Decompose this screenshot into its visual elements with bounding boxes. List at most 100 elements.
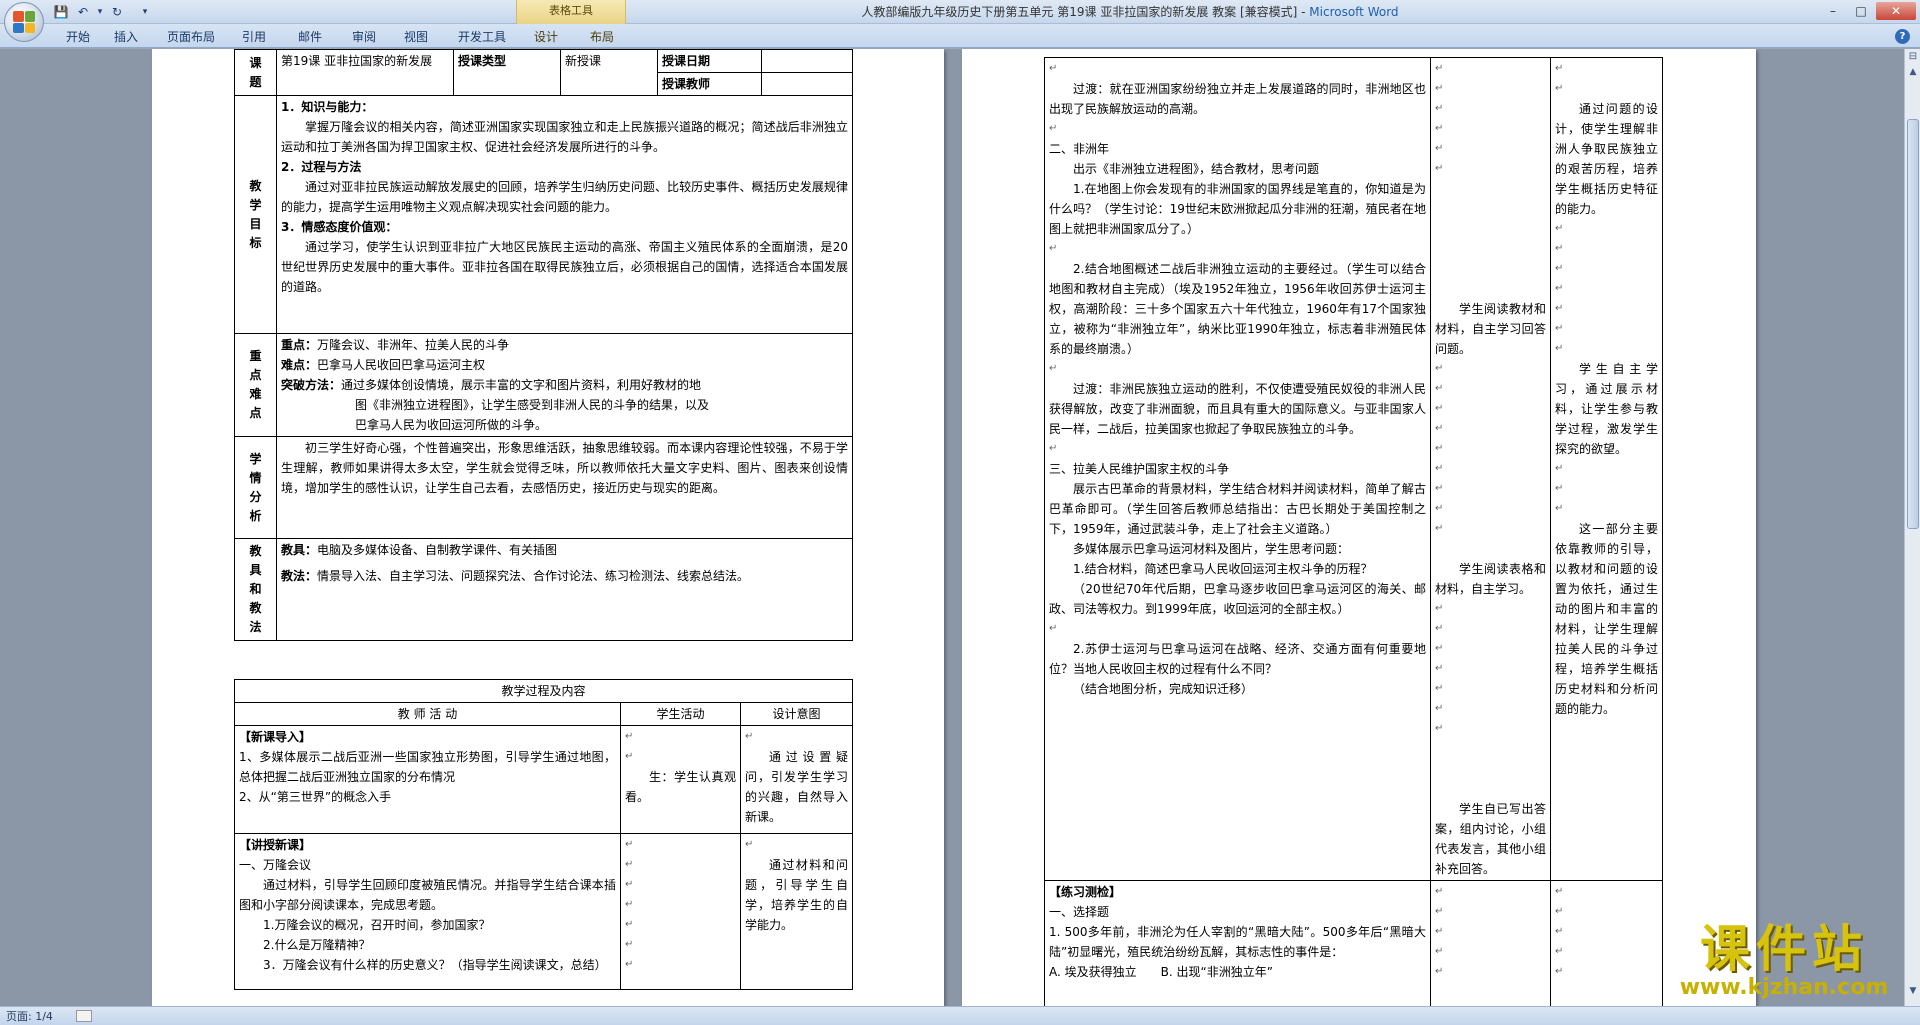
view-ruler-icon[interactable]: ⊟ [1906,51,1920,65]
help-icon[interactable]: ? [1895,29,1910,44]
save-icon[interactable]: 💾 [52,3,70,21]
teaching-goals-cell[interactable]: 1．知识与能力： 掌握万隆会议的相关内容，简述亚洲国家实现国家独立和走上民族振兴… [276,95,853,334]
document-page-2[interactable]: ↵ 过渡：就在亚洲国家纷纷独立并走上发展道路的同时，非洲地区也出现了民族解放运动… [962,49,1756,1006]
office-button[interactable] [4,2,44,42]
lesson-teacher-label: 授课教师 [657,72,762,96]
tools-text: 电脑及多媒体设备、自制教学课件、有关插图 [317,543,558,557]
teaching-process-table[interactable]: 教学过程及内容 教 师 活 动 学生活动 设计意图 【新课导入】 1、多媒体展示… [233,679,854,990]
scrollbar-thumb[interactable] [1907,119,1919,529]
new-lesson-question-2: 2.什么是万隆精神？ [263,938,371,952]
continued-design-cell[interactable]: ↵ ↵ 通过问题的设计，使学生理解非洲人争取民族独立的艰苦历程，培养学生概括历史特… [1550,57,1663,881]
watermark-logo: 课件站 [1700,920,1868,978]
maximize-button[interactable]: □ [1848,2,1874,20]
tab-review[interactable]: 审阅 [348,27,380,47]
tab-developer[interactable]: 开发工具 [452,27,512,47]
new-lesson-design-cell[interactable]: ↵ 通过材料和问题，引导学生自学，培养学生的自学能力。 [739,833,854,990]
tools-methods-label: 教具和教法 [234,538,277,641]
goal-1-title: 1．知识与能力： [281,100,374,114]
tab-home[interactable]: 开始 [58,27,98,47]
canal-question: 2.苏伊士运河与巴拿马运河在战略、经济、交通方面有何重要地位？当地人民收回主权的… [1049,642,1426,676]
new-lesson-question-3: 3．万隆会议有什么样的历史意义？（指导学生阅读课文，总结） [263,958,607,972]
lesson-plan-table[interactable]: 课题 第19课 亚非拉国家的新发展 授课类型 新授课 授课日期 授课教师 教学目… [234,49,853,641]
redo-icon[interactable]: ↻ [108,3,126,21]
exercise-design-cell[interactable]: ↵ ↵ ↵ ↵ ↵ [1550,880,1663,1006]
goal-2-title: 2．过程与方法 [281,160,362,174]
tab-view[interactable]: 视图 [400,27,432,47]
intro-step-2: 2、从“第三世界”的概念入手 [239,790,392,804]
section-africa-year: 二、非洲年 [1049,142,1110,156]
proofing-status-icon[interactable] [76,1010,92,1022]
intro-step-1: 1、多媒体展示二战后亚洲一些国家独立形势图，引导学生通过地图，总体把握二战后亚洲… [239,750,616,784]
new-lesson-question-1: 1.万隆会议的概况，召开时间，参加国家？ [263,918,491,932]
minimize-button[interactable]: – [1820,2,1846,20]
office-logo-icon [13,11,35,33]
africa-question-1: 1.在地图上你会发现有的非洲国家的国界线是笔直的，你知道是为什么吗？（学生讨论：… [1049,182,1426,236]
transition-2: 过渡：非洲民族独立运动的胜利，不仅使遭受殖民奴役的非洲人民获得解放，改变了非洲面… [1049,382,1426,436]
goal-1-text: 掌握万隆会议的相关内容，简述亚洲国家实现国家独立和走上民族振兴道路的概况；简述战… [281,120,848,154]
exercise-student-cell[interactable]: ↵ ↵ ↵ ↵ ↵ [1430,880,1551,1006]
continued-student-cell[interactable]: ↵ ↵ ↵ ↵ ↵ ↵ 学生阅读教材和材料，自主学习回答问题。 ↵ ↵ ↵ ↵ ↵ ↵ ↵ ↵ ↵ 学生阅… [1430,57,1551,881]
document-page-1[interactable]: 课题 第19课 亚非拉国家的新发展 授课类型 新授课 授课日期 授课教师 教学目… [152,49,944,1006]
tab-page-layout[interactable]: 页面布局 [162,27,220,47]
lesson-type-label: 授课类型 [453,49,561,96]
document-title: 人教部编版九年级历史下册第五单元 第19课 亚非拉国家的新发展 教案 [兼容模式… [861,5,1310,19]
section-latin-america: 三、拉美人民维护国家主权的斗争 [1049,462,1230,476]
undo-icon[interactable]: ↶ [74,3,92,21]
tab-references[interactable]: 引用 [238,27,270,47]
quick-access-toolbar: 💾 ↶ ▾ ↻ ▾ [50,3,150,21]
student-analysis-text[interactable]: 初三学生好奇心强，个性普遍突出，形象思维活跃，抽象思维较弱。而本课内容理论性较强… [276,436,853,539]
vertical-scrollbar[interactable]: ⊟ ▲ ▼ [1904,49,1920,1006]
new-lesson-design-text: 通过材料和问题，引导学生自学，培养学生的自学能力。 [745,858,849,932]
tools-methods-cell[interactable]: 教具：电脑及多媒体设备、自制教学课件、有关插图 教法：情景导入法、自主学习法、问… [276,538,853,641]
intro-teacher-cell[interactable]: 【新课导入】 1、多媒体展示二战后亚洲一些国家独立形势图，引导学生通过地图，总体… [234,725,621,834]
goal-3-text: 通过学习，使学生认识到亚非拉广大地区民族民主运动的高涨、帝国主义殖民体系的全面崩… [281,240,848,294]
new-lesson-title: 【讲授新课】 [239,838,312,852]
process-header: 教学过程及内容 [233,679,854,703]
window-controls: – □ ✕ [1820,2,1916,20]
tab-insert[interactable]: 插入 [110,27,142,47]
document-area[interactable]: 课题 第19课 亚非拉国家的新发展 授课类型 新授课 授课日期 授课教师 教学目… [0,49,1904,1006]
lesson-date-value[interactable] [761,49,853,73]
breakthrough-text-3: 巴拿马人民为收回运河所做的斗争。 [355,418,548,432]
exercise-question-1: 1. 500多年前，非洲沦为任人宰割的“黑暗大陆”。500多年后“黑暗大陆”初显… [1049,925,1426,959]
goal-3-title: 3．情感态度价值观： [281,220,398,234]
intro-design-cell[interactable]: ↵ 通过设置疑问，引发学生学习的兴趣，自然导入新课。 [739,725,854,834]
app-name: Microsoft Word [1309,5,1399,19]
exercise-options: A. 埃及获得独立 B. 出现“非洲独立年” [1049,965,1273,979]
title-bar: 💾 ↶ ▾ ↻ ▾ 表格工具 人教部编版九年级历史下册第五单元 第19课 亚非拉… [0,0,1920,24]
intro-design-text: 通过设置疑问，引发学生学习的兴趣，自然导入新课。 [745,750,849,824]
method-text: 情景导入法、自主学习法、问题探究法、合作讨论法、练习检测法、线索总结法。 [317,569,750,583]
exercise-cell[interactable]: 【练习测检】 一、选择题 1. 500多年前，非洲沦为任人宰割的“黑暗大陆”。5… [1044,880,1431,1006]
cuba-material: 展示古巴革命的背景材料，学生结合材料并阅读材料，简单了解古巴革命即可。（学生回答… [1049,482,1426,536]
new-lesson-student-cell[interactable]: ↵ ↵ ↵ ↵ ↵ ↵ ↵ [620,833,741,990]
lesson-type-value[interactable]: 新授课 [560,49,658,96]
breakthrough-text-2: 图《非洲独立进程图》，让学生感受到非洲人民的斗争的结果，以及 [355,398,710,412]
tab-mailings[interactable]: 邮件 [294,27,326,47]
key-points-cell[interactable]: 重点：万隆会议、非洲年、拉美人民的斗争 难点：巴拿马人民收回巴拿马运河主权 突破… [276,333,853,437]
new-lesson-teacher-cell[interactable]: 【讲授新课】 一、万隆会议 通过材料，引导学生回顾印度被殖民情况。并指导学生结合… [234,833,621,990]
page-count-status[interactable]: 页面: 1/4 [6,1008,53,1024]
col-student-activity: 学生活动 [620,702,741,726]
table-tools-context-label: 表格工具 [516,0,626,24]
customize-toolbar-icon[interactable]: ▾ [140,3,150,21]
teaching-process-table-continued[interactable]: ↵ 过渡：就在亚洲国家纷纷独立并走上发展道路的同时，非洲地区也出现了民族解放运动… [1044,57,1663,1006]
key-points-label: 重点难点 [234,333,277,437]
exercise-title: 【练习测检】 [1049,885,1122,899]
scroll-up-arrow-icon[interactable]: ▲ [1906,67,1920,81]
lesson-teacher-value[interactable] [761,72,853,96]
close-button[interactable]: ✕ [1876,2,1916,20]
intro-title: 【新课导入】 [239,730,312,744]
undo-dropdown-icon[interactable]: ▾ [96,3,104,21]
tab-layout[interactable]: 布局 [586,27,618,47]
intro-student-cell[interactable]: ↵ ↵ 生：学生认真观看。 [620,725,741,834]
africa-map-prompt: 出示《非洲独立进程图》，结合教材，思考问题 [1073,162,1320,176]
key-point-text: 万隆会议、非洲年、拉美人民的斗争 [317,338,510,352]
lesson-title[interactable]: 第19课 亚非拉国家的新发展 [276,49,454,96]
tab-design[interactable]: 设计 [530,27,562,47]
panama-prompt: 多媒体展示巴拿马运河材料及图片，学生思考问题： [1073,542,1350,556]
continued-teacher-cell[interactable]: ↵ 过渡：就在亚洲国家纷纷独立并走上发展道路的同时，非洲地区也出现了民族解放运动… [1044,57,1431,881]
scroll-down-arrow-icon[interactable]: ▼ [1906,986,1920,1000]
goal-2-text: 通过对亚非拉民族运动解放发展史的回顾，培养学生归纳历史问题、比较历史事件、概括历… [281,180,848,214]
canal-hint: （结合地图分析，完成知识迁移） [1073,682,1254,696]
window-title: 人教部编版九年级历史下册第五单元 第19课 亚非拉国家的新发展 教案 [兼容模式… [640,0,1620,24]
